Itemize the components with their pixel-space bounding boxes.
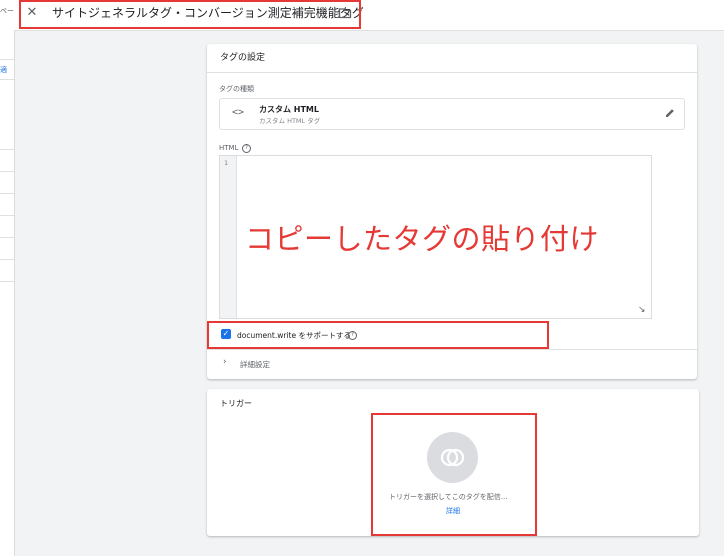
tag-type-name: カスタム HTML xyxy=(259,105,319,114)
close-icon[interactable]: ✕ xyxy=(22,3,42,23)
editor-gutter: 1 xyxy=(220,156,237,318)
help-icon[interactable]: ? xyxy=(348,331,357,340)
code-icon: <> xyxy=(232,107,245,118)
line-number: 1 xyxy=(224,159,228,167)
html-label-text: HTML xyxy=(219,144,239,152)
tag-title[interactable]: サイトジェネラルタグ・コンバージョン測定補完機能タグ xyxy=(52,4,364,22)
advanced-settings-toggle[interactable] xyxy=(207,349,697,378)
edit-pencil-icon[interactable] xyxy=(664,107,676,119)
advanced-settings-label: 詳細設定 xyxy=(240,360,270,369)
trigger-icon xyxy=(440,448,465,467)
trigger-prompt: トリガーを選択してこのタグを配信... xyxy=(389,493,508,501)
tag-type-label: タグの種類 xyxy=(219,85,254,93)
support-document-write-label: document.write をサポートする xyxy=(237,331,351,340)
left-panel-fragment: ペー xyxy=(0,7,14,15)
trigger-details-link[interactable]: 詳細 xyxy=(446,506,460,516)
tag-config-heading: タグの設定 xyxy=(207,44,697,73)
resize-handle-icon[interactable]: ↘ xyxy=(638,305,646,315)
trigger-heading: トリガー xyxy=(220,399,252,408)
paste-annotation: コピーしたタグの貼り付け xyxy=(245,222,600,256)
left-panel-fragment: 適 xyxy=(0,66,7,74)
add-trigger-button[interactable] xyxy=(427,432,478,483)
help-icon[interactable]: ? xyxy=(242,144,251,153)
chevron-right-icon: › xyxy=(223,357,227,367)
support-document-write-checkbox[interactable]: ✓ xyxy=(221,329,231,339)
tag-type-subtitle: カスタム HTML タグ xyxy=(259,117,321,125)
folder-icon[interactable] xyxy=(338,6,352,20)
left-panel: ペー 適 xyxy=(0,7,15,556)
html-label: HTML xyxy=(219,144,238,152)
